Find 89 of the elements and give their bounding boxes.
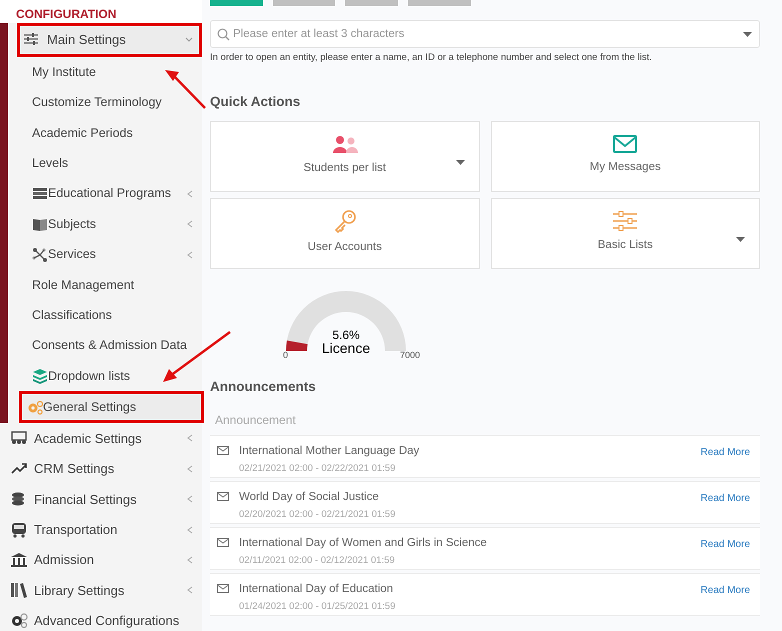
tab[interactable] xyxy=(210,0,263,6)
read-more-link[interactable]: Read More xyxy=(700,444,750,460)
sidebar-item[interactable]: Levels xyxy=(8,148,202,179)
sidebar-item[interactable]: My Institute xyxy=(8,57,202,88)
envelope-icon xyxy=(217,538,229,547)
sidebar-item[interactable]: Educational Programs xyxy=(8,178,202,209)
column-header: Announcement xyxy=(214,412,297,429)
sidebar-item[interactable]: Subjects xyxy=(8,208,202,240)
sidebar-item[interactable]: Admission xyxy=(0,544,202,576)
help-text: In order to open an entity, please enter a name, an ID or a telephone number and select one from the list. xyxy=(210,51,653,65)
network-icon xyxy=(32,246,48,263)
sidebar-item[interactable]: Academic Periods xyxy=(8,118,202,148)
sidebar-item[interactable]: Advanced Configurations xyxy=(0,606,202,631)
chevron-left-icon xyxy=(187,464,193,473)
announcement-dates: 02/11/2021 02:00 - 02/12/2021 01:59 xyxy=(239,554,396,568)
sidebar-item[interactable]: Main Settings xyxy=(17,23,202,57)
read-more-link[interactable]: Read More xyxy=(700,582,750,598)
announcement-title: International Mother Language Day xyxy=(239,444,420,459)
books-icon xyxy=(10,581,28,600)
sidebar-item[interactable]: Role Management xyxy=(8,270,202,300)
tab[interactable] xyxy=(345,0,398,6)
sidebar-item[interactable]: Customize Terminology xyxy=(8,87,202,118)
caret-icon xyxy=(736,236,745,242)
quick-action-card[interactable]: My Messages xyxy=(490,120,760,192)
chevron-left-icon xyxy=(187,434,193,442)
announcement-dates: 02/21/2021 02:00 - 02/22/2021 01:59 xyxy=(239,462,396,476)
search-field[interactable]: Please enter at least 3 characters xyxy=(210,20,760,48)
section-title: CONFIGURATION xyxy=(0,0,202,23)
chevron-left-icon xyxy=(187,495,193,504)
section-title: Quick Actions xyxy=(210,93,302,112)
gauge-label: Licence xyxy=(320,340,372,354)
chevron-left-icon xyxy=(187,586,193,594)
search-icon xyxy=(217,28,230,41)
sidebar-item[interactable]: General Settings xyxy=(19,391,204,424)
sliders-icon xyxy=(613,211,638,232)
card-label: My Messages xyxy=(590,160,661,176)
quick-action-card[interactable]: User Accounts xyxy=(210,198,480,268)
announcement-dates: 01/24/2021 02:00 - 01/25/2021 01:59 xyxy=(239,600,396,614)
envelope-icon xyxy=(217,492,229,501)
people-icon xyxy=(330,134,359,154)
card-label: User Accounts xyxy=(308,240,382,255)
chevron-left-icon xyxy=(187,526,193,534)
quick-action-card[interactable]: Basic Lists xyxy=(490,198,760,268)
sidebar-item[interactable]: Dropdown lists xyxy=(8,360,202,392)
gauge-reading: 5.6% xyxy=(331,328,361,340)
chevron-down-icon xyxy=(185,37,193,43)
announcement-row[interactable]: International Mother Language Day 02/21/2021 02:00 - 02/22/2021 01:59 Read More xyxy=(210,434,760,478)
chevron-left-icon xyxy=(187,556,193,564)
annotation-arrow xyxy=(163,68,207,110)
bank-icon xyxy=(10,551,28,570)
tab[interactable] xyxy=(408,0,471,6)
sidebar-item[interactable]: Services xyxy=(8,239,202,270)
announcement-dates: 02/20/2021 02:00 - 02/21/2021 01:59 xyxy=(239,508,396,522)
announcement-row[interactable]: International Day of Women and Girls in Science 02/11/2021 02:00 - 02/12/2021 01:59 Read More xyxy=(210,526,760,570)
caret-icon xyxy=(456,160,464,164)
gears-icon xyxy=(27,399,43,416)
chevron-left-icon xyxy=(187,220,193,228)
sidebar-item[interactable]: Financial Settings xyxy=(0,484,202,514)
envelope-icon xyxy=(217,446,229,455)
announcement-row[interactable]: World Day of Social Justice 02/20/2021 02:00 - 02/21/2021 01:59 Read More xyxy=(210,480,760,524)
read-more-link[interactable]: Read More xyxy=(700,490,750,506)
announcement-title: World Day of Social Justice xyxy=(239,490,380,505)
sidebar-item[interactable]: Transportation xyxy=(0,514,202,545)
sidebar-item[interactable]: CRM Settings xyxy=(0,454,202,484)
server-icon xyxy=(32,186,48,202)
sidebar-item[interactable]: Library Settings xyxy=(0,575,202,606)
announcement-title: International Day of Women and Girls in Science xyxy=(239,536,488,551)
sidebar-item[interactable]: Consents & Admission Data xyxy=(8,330,202,361)
sidebar-item[interactable]: Classifications xyxy=(8,300,202,331)
key-icon xyxy=(334,210,356,233)
chevron-left-icon xyxy=(187,190,193,198)
quick-action-card[interactable]: Students per list xyxy=(210,120,480,192)
envelope-icon xyxy=(613,135,638,154)
read-more-link[interactable]: Read More xyxy=(700,536,750,552)
envelope-icon xyxy=(217,584,229,593)
gauge-min: 0 xyxy=(283,348,288,362)
card-label: Basic Lists xyxy=(598,238,653,254)
layers-icon xyxy=(32,368,48,384)
caret-icon xyxy=(743,32,752,37)
book-icon xyxy=(32,216,48,232)
tab[interactable] xyxy=(273,0,335,6)
card-label: Students per list xyxy=(304,160,386,176)
announcement-title: International Day of Education xyxy=(239,582,394,597)
section-title: Announcements xyxy=(210,378,317,396)
gauge-max: 7000 xyxy=(400,348,420,362)
sidebar-item[interactable]: Academic Settings xyxy=(0,423,202,454)
bus-icon xyxy=(10,520,28,539)
announcement-row[interactable]: International Day of Education 01/24/2021 02:00 - 01/25/2021 01:59 Read More xyxy=(210,572,760,616)
chevron-left-icon xyxy=(187,250,193,259)
